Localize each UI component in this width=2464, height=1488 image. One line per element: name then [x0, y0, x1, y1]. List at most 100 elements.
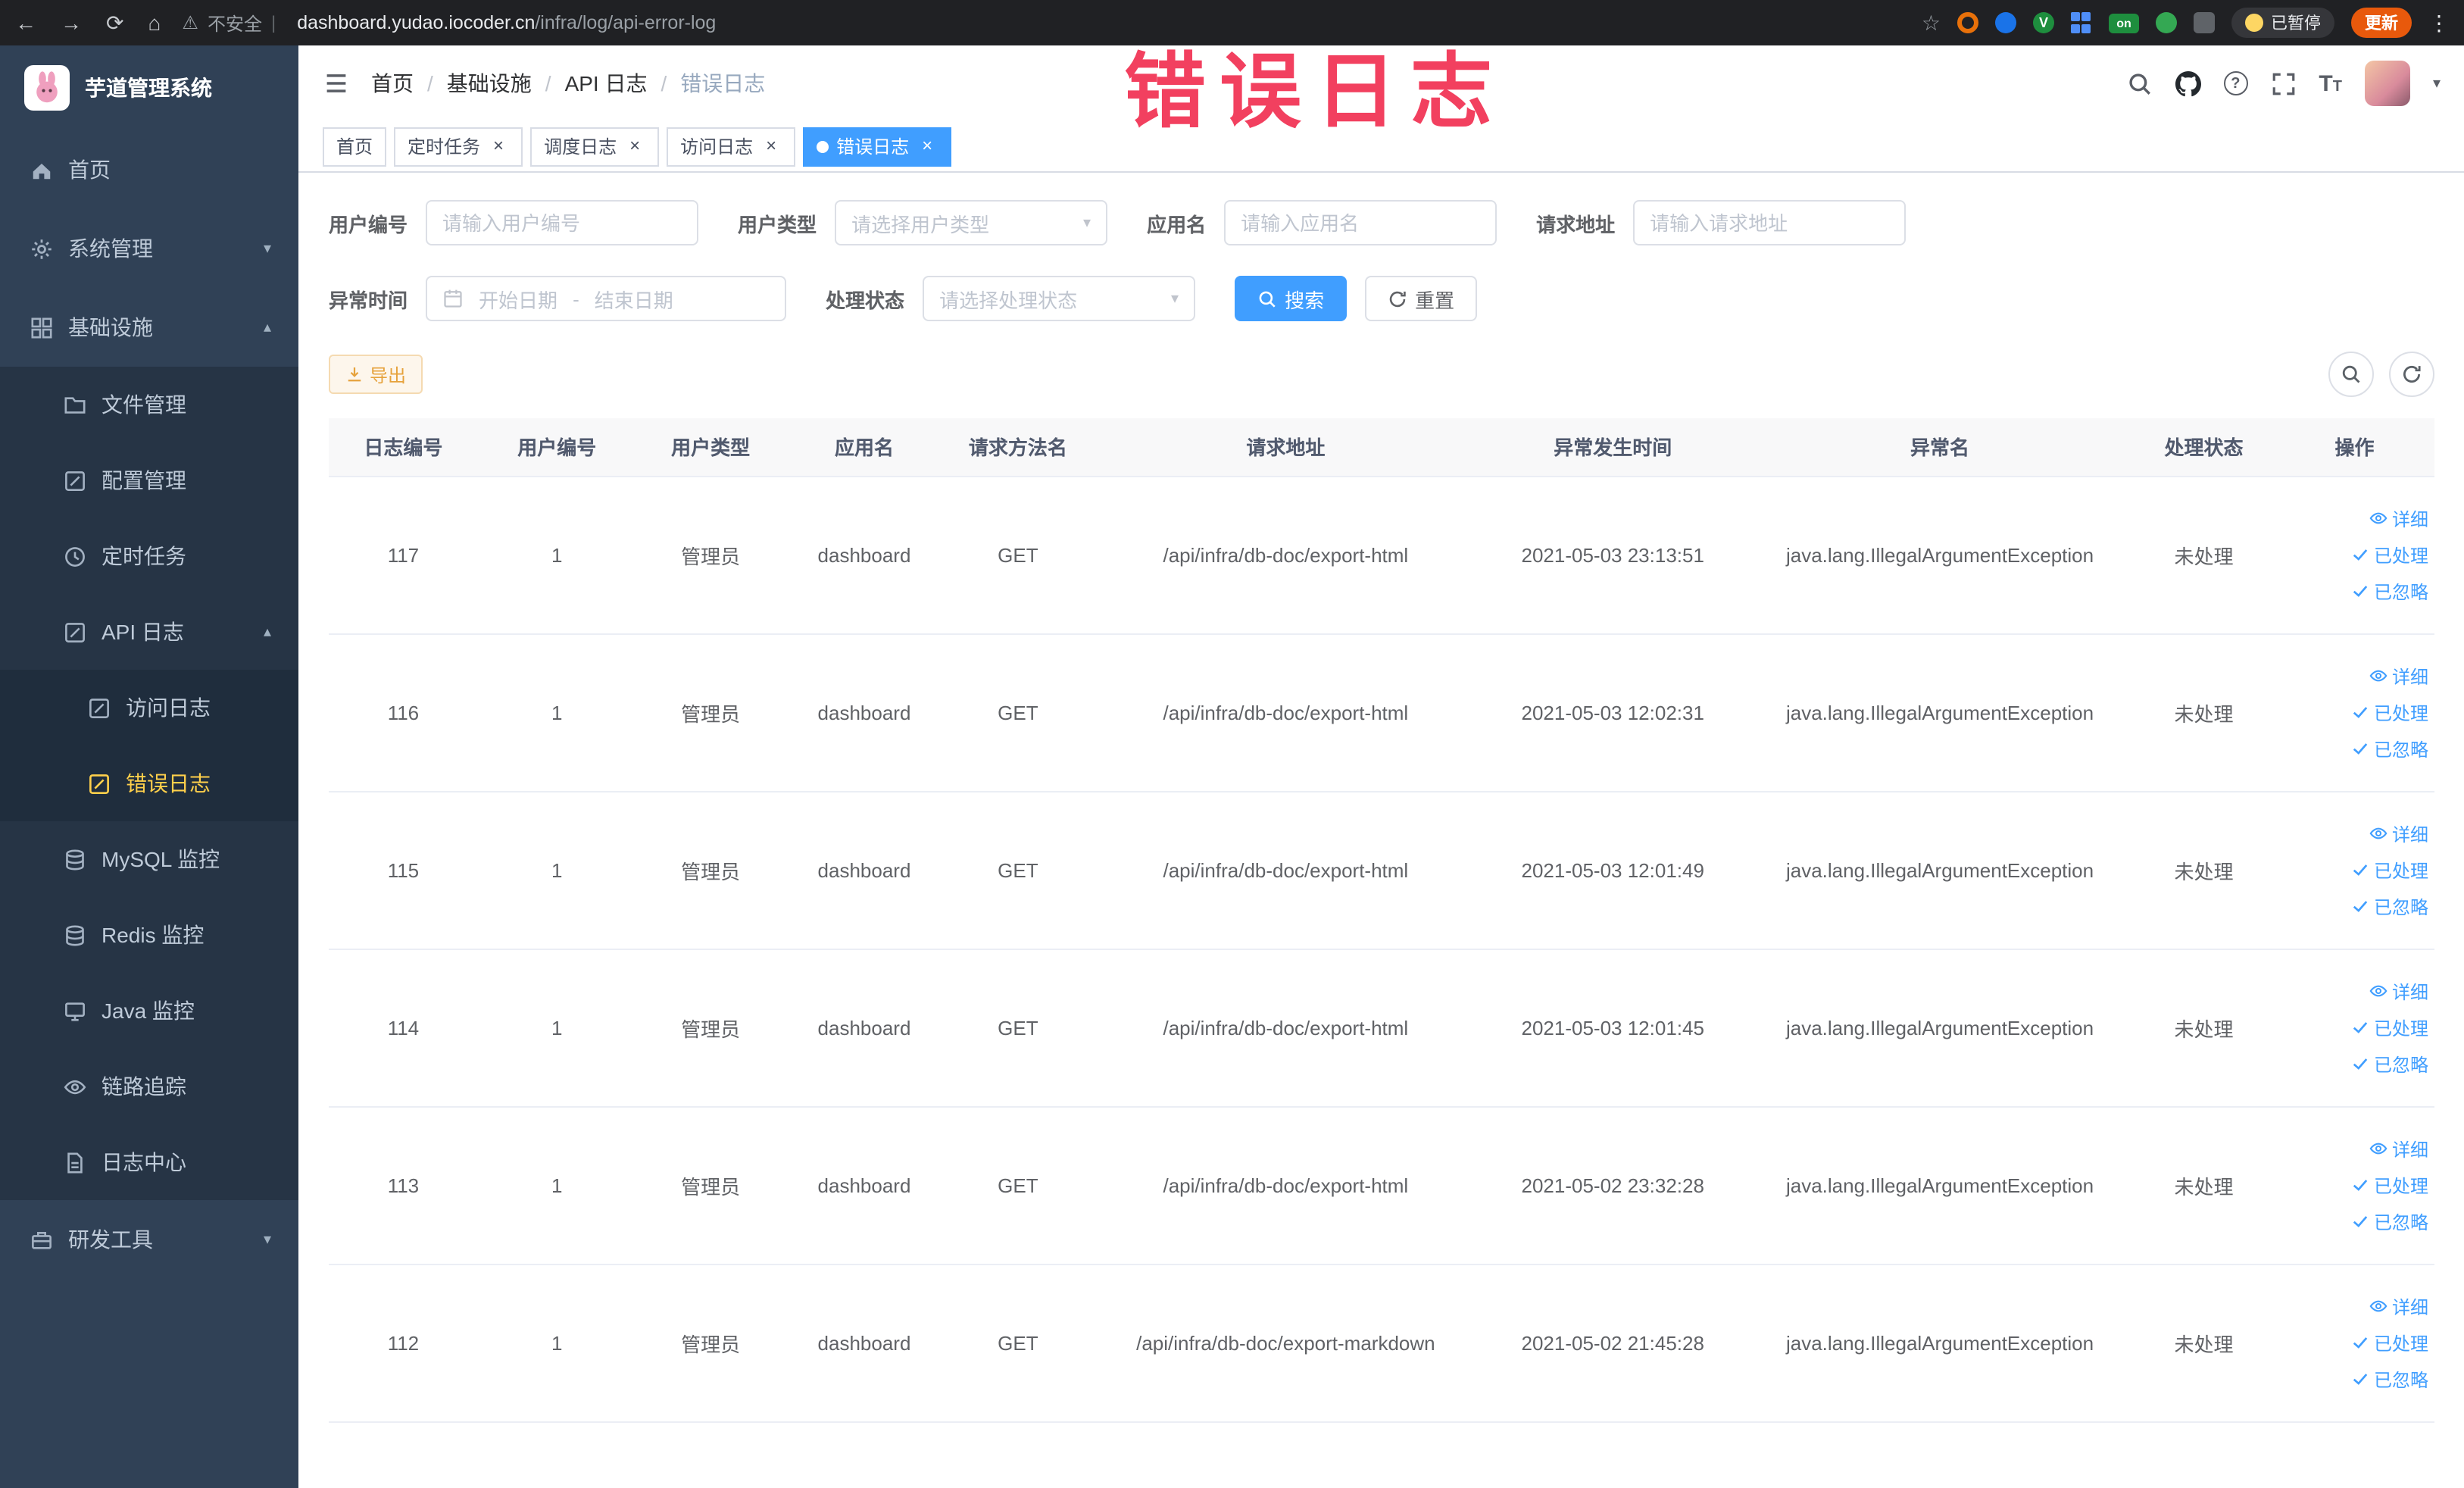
mark-processed-link[interactable]: 已处理 [2351, 1014, 2428, 1040]
breadcrumb-item[interactable]: 基础设施 [447, 68, 532, 98]
close-icon[interactable]: × [917, 135, 938, 157]
font-size-icon[interactable]: TT [2319, 72, 2342, 95]
cell-app-name: dashboard [785, 476, 944, 634]
sidebar-item-home[interactable]: 首页 [0, 130, 298, 209]
col-request-url: 请求地址 [1092, 418, 1479, 477]
cell-log-id: 117 [329, 476, 478, 634]
logo[interactable]: 芋道管理系统 [0, 45, 298, 130]
sidebar-item-access-log[interactable]: 访问日志 [0, 670, 298, 746]
request-url-input[interactable] [1633, 200, 1907, 245]
mark-ignored-link[interactable]: 已忽略 [2351, 893, 2428, 919]
toggle-search-button[interactable] [2328, 352, 2374, 397]
cell-app-name: dashboard [785, 949, 944, 1107]
paused-chip[interactable]: 已暂停 [2231, 8, 2334, 38]
sidebar-item-error-log[interactable]: 错误日志 [0, 746, 298, 821]
tab-access-log[interactable]: 访问日志 × [667, 127, 796, 166]
user-id-input[interactable] [426, 200, 699, 245]
mark-processed-link[interactable]: 已处理 [2351, 542, 2428, 567]
sidebar-item-infrastructure[interactable]: 基础设施 ▴ [0, 288, 298, 367]
bookmark-star-icon[interactable]: ☆ [1922, 10, 1941, 36]
sidebar-item-mysql-monitor[interactable]: MySQL 监控 [0, 821, 298, 897]
export-button[interactable]: 导出 [329, 355, 423, 394]
search-button[interactable]: 搜索 [1235, 276, 1348, 321]
export-button-label: 导出 [370, 364, 407, 386]
extensions-puzzle-icon[interactable] [2194, 12, 2215, 33]
mark-ignored-link[interactable]: 已忽略 [2351, 578, 2428, 604]
github-icon[interactable] [2175, 70, 2200, 96]
app-name-input[interactable] [1224, 200, 1497, 245]
detail-link[interactable]: 详细 [2369, 978, 2428, 1004]
update-button[interactable]: 更新 [2351, 8, 2412, 38]
sidebar-item-log-center[interactable]: 日志中心 [0, 1124, 298, 1200]
java-monitor-icon [64, 999, 86, 1022]
sidebar: 芋道管理系统 首页 系统管理 ▾ 基础设施 ▴ 文件管理 配置管理 定时任务 A… [0, 45, 298, 1488]
sidebar-toggle-icon[interactable] [323, 70, 350, 97]
detail-link[interactable]: 详细 [2369, 663, 2428, 689]
home-icon [30, 158, 53, 181]
forward-icon[interactable]: → [61, 11, 82, 35]
avatar[interactable] [2364, 61, 2410, 106]
sidebar-item-api-logs[interactable]: API 日志 ▴ [0, 594, 298, 670]
chevron-down-icon: ▾ [263, 240, 271, 257]
reload-icon[interactable]: ⟳ [106, 10, 123, 36]
extension-on-badge[interactable]: on [2109, 13, 2139, 33]
sidebar-item-file-mgmt[interactable]: 文件管理 [0, 367, 298, 442]
mark-ignored-link[interactable]: 已忽略 [2351, 1051, 2428, 1077]
refresh-table-button[interactable] [2389, 352, 2434, 397]
sidebar-item-java-monitor[interactable]: Java 监控 [0, 973, 298, 1049]
extension-v-icon[interactable]: V [2033, 12, 2054, 33]
breadcrumb-item[interactable]: API 日志 [565, 68, 648, 98]
close-icon[interactable]: × [624, 135, 645, 157]
mark-processed-link[interactable]: 已处理 [2351, 857, 2428, 883]
mark-processed-link[interactable]: 已处理 [2351, 1330, 2428, 1355]
extension-grid-icon[interactable] [2071, 12, 2092, 33]
check-icon [2351, 1055, 2369, 1073]
sidebar-item-dev-tools[interactable]: 研发工具 ▾ [0, 1200, 298, 1279]
close-icon[interactable]: × [760, 135, 782, 157]
detail-link[interactable]: 详细 [2369, 1293, 2428, 1319]
sidebar-item-tracing[interactable]: 链路追踪 [0, 1049, 298, 1124]
table-row: 112 1 管理员 dashboard GET /api/infra/db-do… [329, 1264, 2434, 1422]
detail-link[interactable]: 详细 [2369, 821, 2428, 846]
sidebar-item-label: 研发工具 [68, 1227, 153, 1252]
address-bar[interactable]: dashboard.yudao.iocoder.cn/infra/log/api… [297, 12, 716, 33]
process-status-select[interactable]: 请选择处理状态 ▾ [923, 276, 1196, 321]
mark-ignored-link[interactable]: 已忽略 [2351, 1366, 2428, 1392]
breadcrumb-item[interactable]: 首页 [371, 68, 414, 98]
sidebar-item-label: 文件管理 [101, 392, 186, 417]
browser-home-icon[interactable]: ⌂ [148, 11, 161, 35]
mark-ignored-link[interactable]: 已忽略 [2351, 736, 2428, 761]
extension-ring-icon[interactable] [1957, 12, 1978, 33]
sidebar-item-scheduled-tasks[interactable]: 定时任务 [0, 518, 298, 594]
tab-schedule-log[interactable]: 调度日志 × [530, 127, 660, 166]
security-indicator[interactable]: ⚠ 不安全 | [182, 10, 276, 36]
user-type-select[interactable]: 请选择用户类型 ▾ [835, 200, 1108, 245]
tab-error-log[interactable]: 错误日志 × [803, 127, 952, 166]
filter-label: 用户编号 [329, 213, 408, 236]
redis-db-icon [64, 924, 86, 946]
tab-home[interactable]: 首页 [323, 127, 387, 166]
chevron-up-icon: ▴ [263, 319, 271, 336]
fullscreen-icon[interactable] [2270, 70, 2296, 96]
mark-ignored-link[interactable]: 已忽略 [2351, 1208, 2428, 1234]
help-icon[interactable]: ? [2223, 71, 2248, 95]
sidebar-item-redis-monitor[interactable]: Redis 监控 [0, 897, 298, 973]
reset-button[interactable]: 重置 [1365, 276, 1478, 321]
close-icon[interactable]: × [488, 135, 509, 157]
date-range-picker[interactable]: 开始日期 - 结束日期 [426, 276, 787, 321]
tab-scheduled-tasks[interactable]: 定时任务 × [394, 127, 523, 166]
navbar: 首页 / 基础设施 / API 日志 / 错误日志 ? TT ▾ [298, 45, 2464, 121]
browser-menu-icon[interactable]: ⋮ [2428, 10, 2450, 36]
sidebar-item-config-mgmt[interactable]: 配置管理 [0, 442, 298, 518]
avatar-caret-icon[interactable]: ▾ [2433, 75, 2441, 92]
extension-leaf-icon[interactable] [2156, 12, 2177, 33]
mark-processed-link[interactable]: 已处理 [2351, 1172, 2428, 1198]
search-icon[interactable] [2126, 70, 2152, 96]
back-icon[interactable]: ← [15, 11, 36, 35]
browser-actions: ☆ V on 已暂停 更新 ⋮ [1922, 8, 2450, 38]
detail-link[interactable]: 详细 [2369, 1136, 2428, 1161]
detail-link[interactable]: 详细 [2369, 505, 2428, 531]
sidebar-item-system-mgmt[interactable]: 系统管理 ▾ [0, 209, 298, 288]
mark-processed-link[interactable]: 已处理 [2351, 699, 2428, 725]
extension-blue-icon[interactable] [1995, 12, 2016, 33]
